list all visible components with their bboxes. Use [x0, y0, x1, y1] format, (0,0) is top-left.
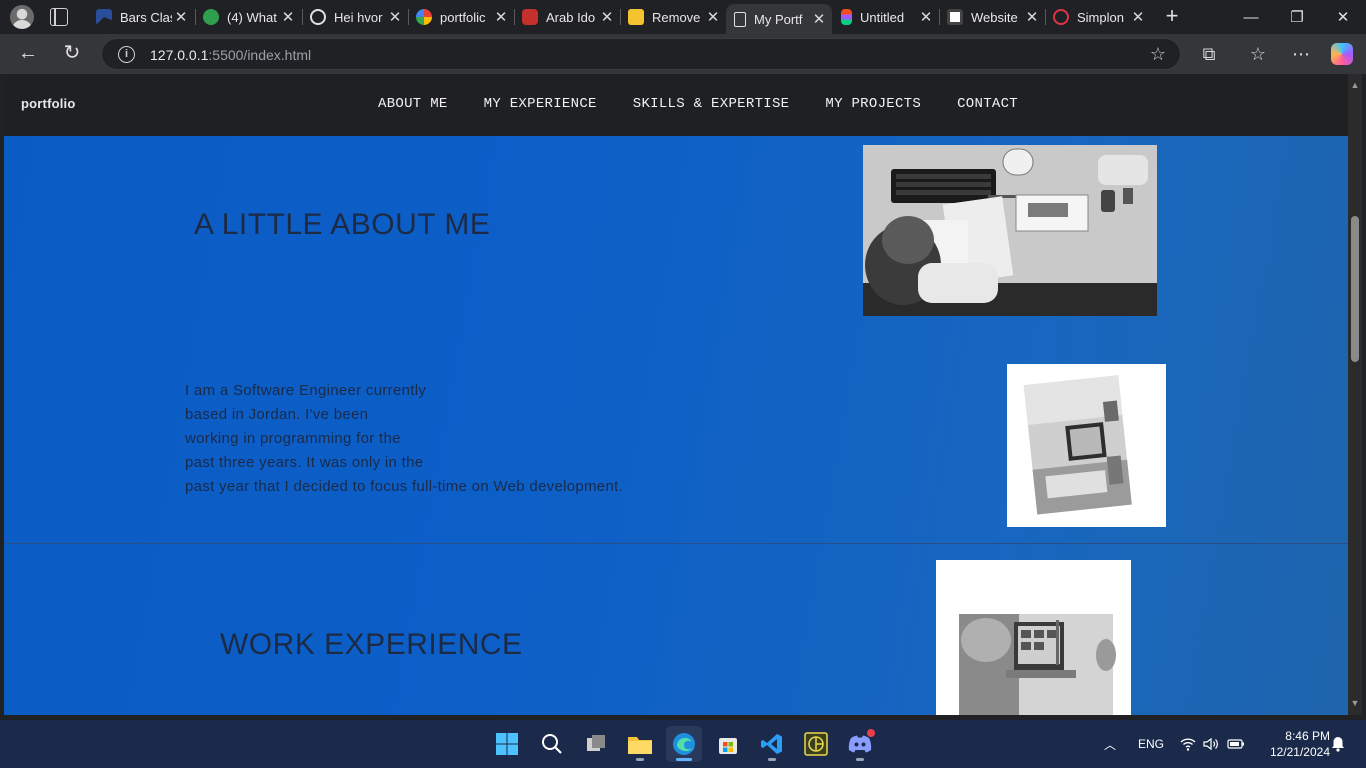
flag-favicon-icon — [96, 9, 112, 25]
browser-tab[interactable]: Website ✕ — [939, 4, 1045, 30]
copilot-icon[interactable] — [1331, 43, 1353, 65]
close-tab-icon[interactable]: ✕ — [1023, 8, 1041, 26]
close-tab-icon[interactable]: ✕ — [279, 8, 297, 26]
language-indicator[interactable]: ENG — [1138, 720, 1164, 768]
minimize-icon[interactable]: — — [1228, 0, 1274, 34]
vscode-icon[interactable] — [754, 726, 790, 762]
whatsapp-favicon-icon — [203, 9, 219, 25]
nav-my-experience[interactable]: MY EXPERIENCE — [484, 96, 597, 112]
clock-time: 8:46 PM — [1285, 729, 1330, 743]
website-favicon-icon — [947, 9, 963, 25]
close-tab-icon[interactable]: ✕ — [917, 8, 935, 26]
browser-tab-strip: Bars Clas ✕ (4) What ✕ Hei hvor ✕ portfo… — [0, 0, 1366, 34]
laptop-photo — [936, 560, 1131, 715]
search-icon[interactable] — [534, 726, 570, 762]
page-scrollbar[interactable]: ▲ ▼ — [1348, 74, 1362, 715]
task-view-icon[interactable] — [578, 726, 614, 762]
browser-tab-active[interactable]: My Portf ✕ — [726, 4, 832, 34]
nav-skills-expertise[interactable]: SKILLS & EXPERTISE — [633, 96, 790, 112]
about-heading: A LITTLE ABOUT ME — [194, 208, 491, 241]
favorites-icon[interactable]: ☆ — [1246, 42, 1270, 66]
simplon-favicon-icon — [1053, 9, 1069, 25]
app-icon[interactable] — [798, 726, 834, 762]
tab-actions-icon[interactable] — [50, 8, 68, 26]
show-hidden-icons-chevron-icon[interactable]: ︿ — [1104, 720, 1116, 768]
close-window-icon[interactable]: ✕ — [1320, 0, 1366, 34]
figma-favicon-icon — [841, 9, 852, 25]
google-favicon-icon — [416, 9, 432, 25]
remove-favicon-icon — [628, 9, 644, 25]
windows-start-icon[interactable] — [489, 726, 525, 762]
nav-about-me[interactable]: ABOUT ME — [378, 96, 448, 112]
browser-tab[interactable]: Bars Clas ✕ — [88, 4, 194, 30]
new-tab-icon[interactable]: + — [1161, 5, 1183, 28]
clock-date: 12/21/2024 — [1269, 745, 1330, 759]
browser-tab[interactable]: Hei hvor ✕ — [302, 4, 408, 30]
extensions-icon[interactable]: ⧉ — [1197, 42, 1221, 66]
browser-tab[interactable]: Simplon ✕ — [1045, 4, 1151, 30]
site-navbar: portfolio ABOUT ME MY EXPERIENCE SKILLS … — [4, 74, 1348, 136]
site-logo[interactable]: portfolio — [21, 96, 76, 111]
close-tab-icon[interactable]: ✕ — [492, 8, 510, 26]
about-paragraph: I am a Software Engineer currently based… — [185, 382, 624, 495]
close-tab-icon[interactable]: ✕ — [598, 8, 616, 26]
youtube-favicon-icon — [522, 9, 538, 25]
scroll-down-icon[interactable]: ▼ — [1350, 698, 1360, 708]
close-tab-icon[interactable]: ✕ — [1129, 8, 1147, 26]
address-bar[interactable]: i 127.0.0.1:5500/index.html ☆ — [101, 38, 1181, 70]
scroll-up-icon[interactable]: ▲ — [1350, 80, 1360, 90]
browser-tab[interactable]: (4) What ✕ — [195, 4, 301, 30]
page-viewport: portfolio ABOUT ME MY EXPERIENCE SKILLS … — [4, 74, 1348, 715]
back-icon[interactable]: ← — [16, 42, 40, 66]
scrollbar-thumb[interactable] — [1351, 216, 1359, 362]
more-options-icon[interactable]: ⋯ — [1289, 42, 1313, 66]
battery-icon[interactable] — [1227, 720, 1245, 768]
volume-icon[interactable] — [1203, 720, 1219, 768]
wifi-icon[interactable] — [1180, 720, 1196, 768]
system-clock[interactable]: 8:46 PM 12/21/2024 — [1256, 728, 1330, 760]
section-divider — [4, 543, 1348, 544]
url-text[interactable]: 127.0.0.1:5500/index.html — [150, 47, 311, 63]
file-explorer-icon[interactable] — [622, 726, 658, 762]
desk-keyboard-photo — [863, 145, 1157, 316]
refresh-icon[interactable]: ↻ — [60, 42, 84, 66]
microsoft-store-icon[interactable] — [710, 726, 746, 762]
browser-tab[interactable]: Untitled ✕ — [833, 4, 939, 30]
close-tab-icon[interactable]: ✕ — [810, 10, 828, 28]
workspace-photo — [1007, 364, 1166, 527]
browser-tab[interactable]: Remove ✕ — [620, 4, 726, 30]
info-icon[interactable]: i — [118, 46, 135, 63]
close-tab-icon[interactable]: ✕ — [704, 8, 722, 26]
browser-toolbar: ← ↻ i 127.0.0.1:5500/index.html ☆ ⧉ ☆ ⋯ — [0, 34, 1366, 74]
site-nav-links: ABOUT ME MY EXPERIENCE SKILLS & EXPERTIS… — [378, 96, 1054, 112]
favorite-star-icon[interactable]: ☆ — [1150, 44, 1166, 65]
discord-icon[interactable] — [842, 726, 878, 762]
page-favicon-icon — [734, 11, 746, 27]
restore-icon[interactable]: ❐ — [1274, 0, 1320, 34]
browser-tab[interactable]: Arab Ido ✕ — [514, 4, 620, 30]
nav-my-projects[interactable]: MY PROJECTS — [825, 96, 921, 112]
close-tab-icon[interactable]: ✕ — [386, 8, 404, 26]
edge-browser-icon[interactable] — [666, 726, 702, 762]
profile-avatar-icon[interactable] — [10, 5, 34, 29]
nav-contact[interactable]: CONTACT — [957, 96, 1018, 112]
close-tab-icon[interactable]: ✕ — [172, 8, 190, 26]
notifications-bell-icon[interactable] — [1331, 720, 1345, 768]
browser-tab[interactable]: portfolic ✕ — [408, 4, 514, 30]
windows-taskbar: ︿ ENG 8:46 PM 12/21/2024 — [0, 720, 1366, 768]
notification-badge — [866, 728, 876, 738]
work-experience-heading: WORK EXPERIENCE — [220, 628, 523, 661]
chatgpt-favicon-icon — [310, 9, 326, 25]
